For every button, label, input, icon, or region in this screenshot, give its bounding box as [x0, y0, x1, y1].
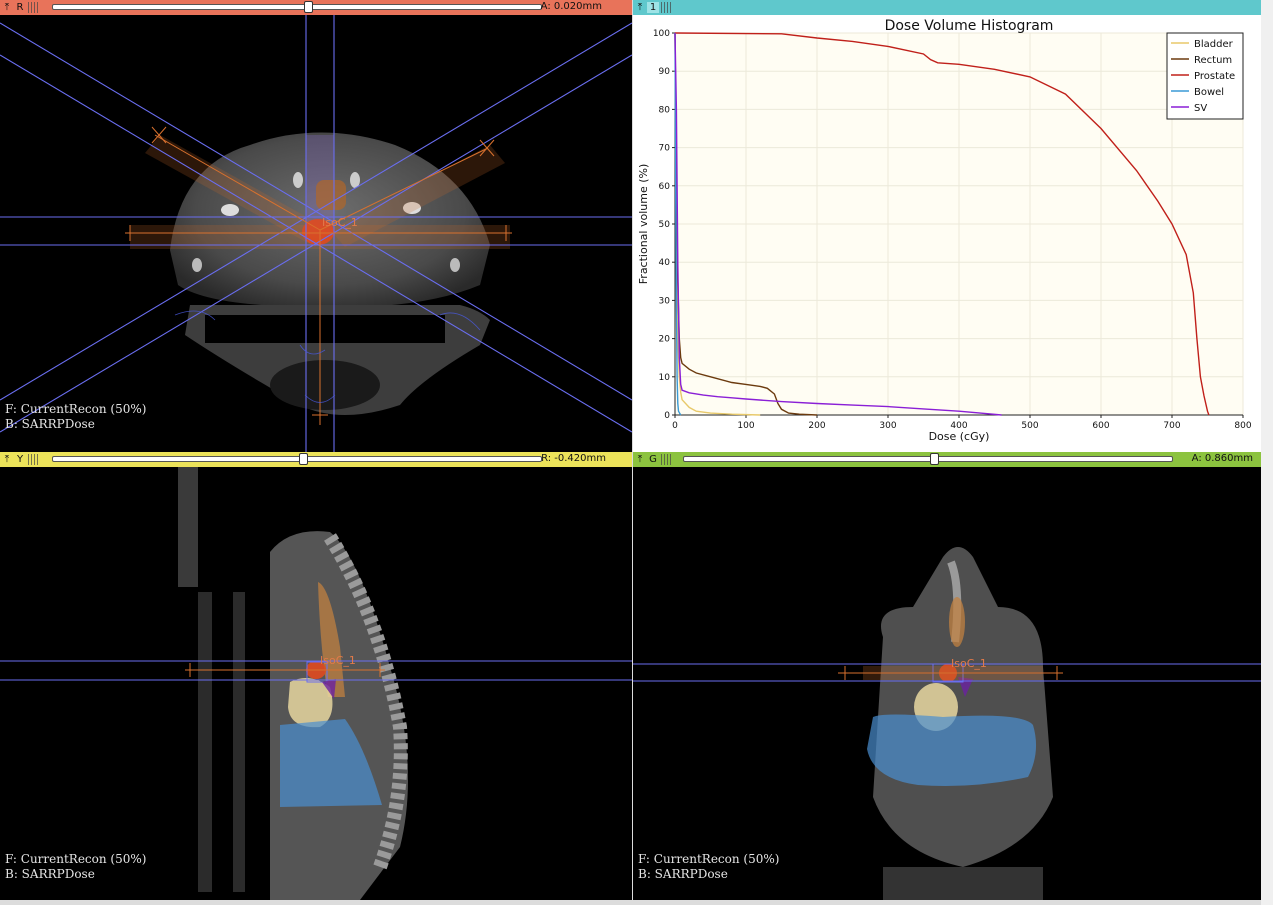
link-icon[interactable] — [661, 2, 673, 13]
y-tick-label: 70 — [659, 144, 671, 154]
yellow-view-controller-bar: ⤒ Y R: -0.420mm — [0, 452, 632, 467]
red-offset-value: A: 0.020mm — [540, 1, 602, 12]
dose-volume-histogram-chart: 0 100 200 300 400 500 600 700 800 01020304050607… — [637, 18, 1252, 443]
y-tick-label: 80 — [659, 105, 671, 115]
yellow-offset-value: R: -0.420mm — [541, 453, 606, 464]
side-panel-edge — [1261, 0, 1273, 905]
y-tick-label: 50 — [659, 220, 671, 230]
x-tick-label: 800 — [1234, 421, 1251, 431]
green-isocenter-label: IsoC_1 — [951, 657, 987, 670]
y-tick-label: 20 — [659, 335, 671, 345]
legend-entry: Prostate — [1194, 71, 1235, 82]
x-tick-label: 0 — [672, 421, 678, 431]
red-offset-slider[interactable] — [52, 1, 542, 13]
x-axis-label: Dose (cGy) — [929, 430, 990, 443]
red-view-label: R — [16, 2, 24, 13]
green-offset-value: A: 0.860mm — [1191, 453, 1253, 464]
red-slice-view[interactable]: IsoC_1 F: CurrentRecon (50%) B: SARRPDos… — [0, 15, 632, 452]
x-tick-label: 100 — [737, 421, 754, 431]
y-tick-label: 10 — [659, 373, 671, 383]
link-icon[interactable] — [28, 2, 40, 13]
green-offset-slider[interactable] — [683, 453, 1173, 465]
background-volume-label: B: SARRPDose — [5, 867, 95, 881]
pin-icon[interactable]: ⤒ — [0, 454, 14, 465]
green-view-annotations: F: CurrentRecon (50%) B: SARRPDose — [638, 852, 779, 882]
y-tick-label: 90 — [659, 67, 671, 77]
x-tick-label: 600 — [1092, 421, 1109, 431]
chart-view-label: 1 — [647, 2, 659, 13]
pin-icon[interactable]: ⤒ — [633, 454, 647, 465]
x-tick-label: 300 — [879, 421, 896, 431]
y-tick-label: 100 — [653, 29, 670, 39]
yellow-offset-slider-handle[interactable] — [298, 453, 308, 465]
red-isocenter-label: IsoC_1 — [322, 216, 358, 229]
y-tick-label: 60 — [659, 182, 671, 192]
green-view-controller-bar: ⤒ G A: 0.860mm — [633, 452, 1261, 467]
axial-ct-image: IsoC_1 — [0, 15, 632, 452]
x-tick-label: 200 — [808, 421, 825, 431]
pin-icon[interactable]: ⤒ — [0, 2, 14, 13]
green-offset-slider-handle[interactable] — [929, 453, 939, 465]
background-volume-label: B: SARRPDose — [638, 867, 728, 881]
link-icon[interactable] — [661, 454, 673, 465]
red-offset-slider-handle[interactable] — [303, 1, 313, 13]
y-tick-label: 0 — [664, 411, 670, 421]
chart-view[interactable]: 0 100 200 300 400 500 600 700 800 0 10 20 30 40 50 60 7… — [633, 15, 1261, 452]
link-icon[interactable] — [28, 454, 40, 465]
x-tick-label: 700 — [1163, 421, 1180, 431]
yellow-offset-slider[interactable] — [52, 453, 542, 465]
green-slice-view[interactable]: IsoC_1 F: CurrentRecon (50%) B: SARRPDos… — [633, 467, 1261, 900]
foreground-volume-label: F: CurrentRecon (50%) — [5, 402, 147, 416]
background-volume-label: B: SARRPDose — [5, 417, 95, 431]
green-view-label: G — [649, 454, 657, 465]
yellow-slice-view[interactable]: IsoC_1 F: CurrentRecon (50%) B: SARRPDos… — [0, 467, 632, 900]
chart-legend: Bladder Rectum Prostate Bowel SV — [1166, 32, 1244, 120]
yellow-view-annotations: F: CurrentRecon (50%) B: SARRPDose — [5, 852, 146, 882]
x-tick-label: 500 — [1021, 421, 1038, 431]
yellow-view-label: Y — [16, 454, 24, 465]
y-tick-label: 40 — [659, 258, 671, 268]
foreground-volume-label: F: CurrentRecon (50%) — [638, 852, 780, 866]
sagittal-ct-image: IsoC_1 — [0, 467, 632, 900]
pin-icon[interactable]: ⤒ — [633, 2, 647, 13]
chart-view-controller-bar: ⤒ 1 — [633, 0, 1261, 15]
chart-title: Dose Volume Histogram — [885, 18, 1054, 34]
legend-entry: Rectum — [1194, 55, 1232, 66]
coronal-ct-image: IsoC_1 — [633, 547, 1261, 900]
legend-entry: SV — [1194, 103, 1207, 114]
foreground-volume-label: F: CurrentRecon (50%) — [5, 852, 147, 866]
y-tick-label: 30 — [659, 296, 671, 306]
red-view-controller-bar: ⤒ R A: 0.020mm — [0, 0, 632, 15]
y-axis-label: Fractional volume (%) — [637, 164, 650, 284]
red-view-annotations: F: CurrentRecon (50%) B: SARRPDose — [5, 402, 146, 432]
legend-entry: Bowel — [1194, 87, 1224, 98]
legend-entry: Bladder — [1194, 39, 1234, 50]
yellow-isocenter-label: IsoC_1 — [320, 654, 356, 667]
